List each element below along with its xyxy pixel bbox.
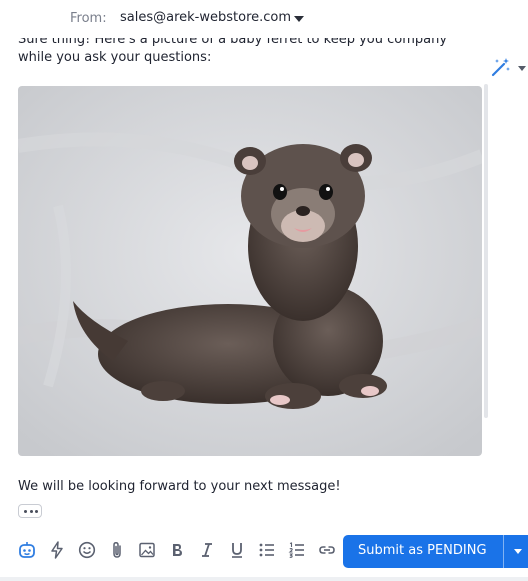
underline-icon — [232, 543, 242, 558]
magic-wand-icon — [491, 58, 510, 77]
paperclip-icon — [113, 542, 121, 558]
ferret-photo-illustration — [18, 86, 482, 456]
emoji-button[interactable] — [76, 539, 98, 561]
magic-chevron-down-icon — [518, 66, 526, 71]
ferret-photo — [18, 86, 482, 456]
show-trimmed-content-button[interactable] — [18, 504, 42, 518]
attach-file-button[interactable] — [106, 539, 128, 561]
emoji-icon — [78, 541, 96, 559]
insert-link-button[interactable] — [316, 539, 338, 561]
from-email-select[interactable]: sales@arek-webstore.com — [120, 10, 291, 25]
from-label: From: — [70, 11, 107, 26]
bullet-list-button[interactable] — [256, 539, 278, 561]
submit-label: Submit as PENDING — [358, 543, 487, 558]
ai-assistant-icon — [19, 542, 35, 558]
image-icon — [139, 542, 155, 558]
italic-button[interactable] — [196, 539, 218, 561]
chevron-down-icon[interactable] — [294, 16, 304, 22]
from-row: From: sales@arek-webstore.com — [0, 0, 528, 38]
macros-button[interactable] — [46, 539, 68, 561]
lightning-icon — [51, 541, 63, 559]
numbered-list-button[interactable] — [286, 539, 308, 561]
submit-divider — [503, 535, 504, 568]
submit-as-pending-button[interactable]: Submit as PENDING — [343, 535, 528, 568]
dot-icon — [24, 510, 27, 513]
underline-button[interactable] — [226, 539, 248, 561]
italic-icon — [202, 543, 212, 557]
scrollbar[interactable] — [484, 84, 488, 418]
submit-chevron-down-icon[interactable] — [514, 549, 522, 554]
dot-icon — [29, 510, 33, 513]
ai-assistant-button[interactable] — [16, 539, 38, 561]
message-closing-text: We will be looking forward to your next … — [18, 479, 341, 494]
magic-wand-button[interactable] — [490, 56, 528, 80]
bullet-list-icon — [259, 543, 274, 557]
dot-icon — [35, 510, 38, 513]
insert-image-button[interactable] — [136, 539, 158, 561]
numbered-list-icon — [288, 542, 304, 558]
bold-icon — [173, 544, 182, 556]
link-icon — [319, 546, 335, 554]
bold-button[interactable] — [166, 539, 188, 561]
bottom-divider — [0, 577, 528, 581]
